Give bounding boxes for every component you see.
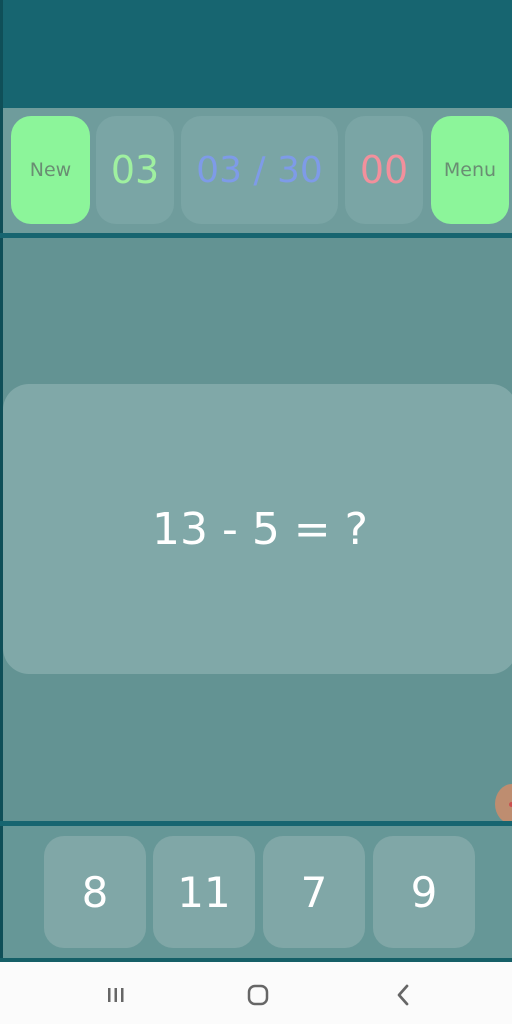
- recent-apps-icon[interactable]: [101, 980, 131, 1010]
- answer-option-4[interactable]: 9: [373, 836, 475, 948]
- answer-option-3[interactable]: 7: [263, 836, 365, 948]
- app-bar: [0, 0, 512, 108]
- game-toolbar: New 03 03 / 30 00 Menu: [3, 108, 512, 234]
- new-game-button[interactable]: New: [11, 116, 90, 224]
- back-icon[interactable]: [389, 980, 419, 1010]
- home-icon[interactable]: [243, 980, 273, 1010]
- question-text: 13 - 5 = ?: [151, 503, 369, 555]
- answer-option-2[interactable]: 11: [153, 836, 255, 948]
- level-counter: 03: [96, 116, 174, 224]
- answer-option-1[interactable]: 8: [44, 836, 146, 948]
- question-progress: 03 / 30: [181, 116, 338, 224]
- score-counter: 00: [345, 116, 423, 224]
- question-card: 13 - 5 = ?: [3, 384, 512, 674]
- menu-button[interactable]: Menu: [431, 116, 509, 224]
